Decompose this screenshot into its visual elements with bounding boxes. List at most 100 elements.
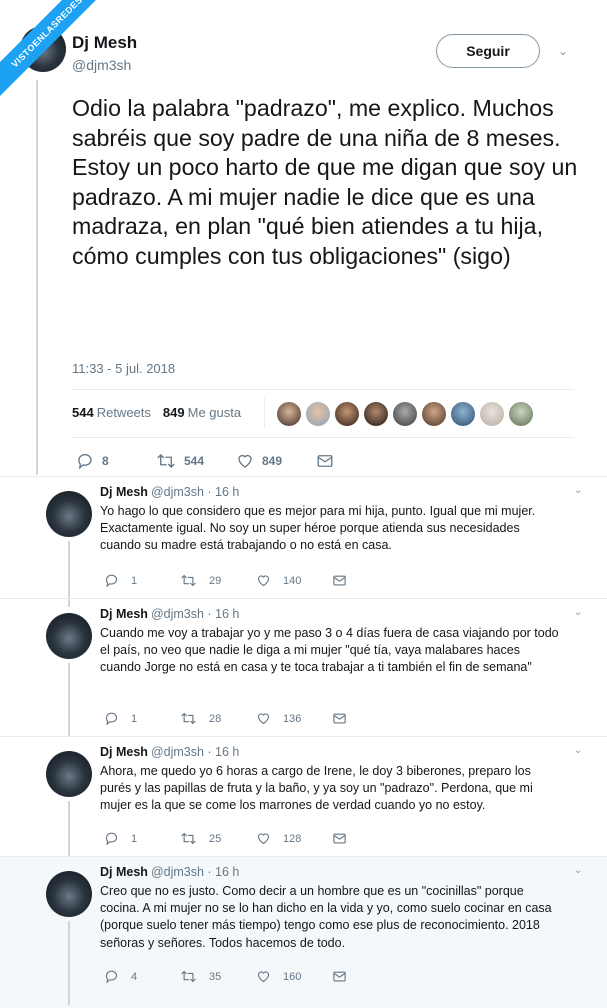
avatar[interactable]: [46, 751, 92, 797]
author-name[interactable]: Dj Mesh: [72, 33, 137, 53]
liker-avatar[interactable]: [306, 402, 330, 426]
likes-stat[interactable]: 849 Me gusta: [163, 405, 241, 420]
tweet-timestamp[interactable]: 11:33 - 5 jul. 2018: [72, 361, 175, 376]
liker-avatar[interactable]: [451, 402, 475, 426]
reply-actions: 1 28 136: [104, 711, 408, 726]
avatar[interactable]: [46, 613, 92, 659]
message-button[interactable]: [332, 831, 408, 846]
liker-avatar[interactable]: [422, 402, 446, 426]
reply-tweet[interactable]: Dj Mesh @djm3sh · 16 h ⌄ Creo que no es j…: [0, 856, 607, 1008]
retweet-count: 25: [209, 832, 222, 845]
chevron-down-icon[interactable]: ⌄: [574, 485, 582, 496]
reply-count: 1: [131, 574, 138, 587]
liker-avatar[interactable]: [277, 402, 301, 426]
chevron-down-icon[interactable]: ⌄: [574, 745, 582, 756]
retweet-count: 544: [184, 454, 205, 468]
liker-avatar[interactable]: [393, 402, 417, 426]
follow-button[interactable]: Seguir: [436, 34, 540, 68]
reply-button[interactable]: 1: [104, 573, 180, 588]
author-handle[interactable]: @djm3sh: [72, 57, 131, 73]
reply-header: Dj Mesh @djm3sh · 16 h: [100, 485, 239, 499]
reply-icon: [104, 831, 119, 846]
avatar[interactable]: [46, 491, 92, 537]
heart-icon: [236, 452, 254, 470]
retweet-button[interactable]: 25: [180, 831, 256, 846]
reply-actions: 1 25 128: [104, 831, 408, 846]
reply-button[interactable]: 8: [76, 452, 156, 470]
reply-count: 1: [131, 832, 138, 845]
retweet-button[interactable]: 35: [180, 969, 256, 984]
envelope-icon: [332, 969, 347, 984]
message-button[interactable]: [316, 452, 396, 470]
retweet-button[interactable]: 544: [156, 452, 236, 470]
reply-button[interactable]: 4: [104, 969, 180, 984]
tweet-text: Odio la palabra "padrazo", me explico. M…: [72, 95, 578, 269]
author-name[interactable]: Dj Mesh: [100, 865, 148, 879]
like-count: 136: [283, 712, 302, 725]
liker-avatar[interactable]: [509, 402, 533, 426]
author-name[interactable]: Dj Mesh: [100, 745, 148, 759]
reply-icon: [104, 573, 119, 588]
tweet-stats: 544 Retweets 849 Me gusta: [72, 405, 241, 420]
chevron-down-icon[interactable]: ⌄: [574, 607, 582, 618]
retweet-count: 28: [209, 712, 222, 725]
stats-separator: [264, 398, 265, 428]
reply-icon: [104, 969, 119, 984]
message-button[interactable]: [332, 969, 408, 984]
retweet-count: 29: [209, 574, 222, 587]
reply-tweet[interactable]: Dj Mesh @djm3sh · 16 h ⌄ Ahora, me quedo …: [0, 736, 607, 857]
reply-actions: 1 29 140: [104, 573, 408, 588]
reply-button[interactable]: 1: [104, 831, 180, 846]
reply-tweet[interactable]: Dj Mesh @djm3sh · 16 h ⌄ Cuando me voy a …: [0, 598, 607, 737]
reply-count: 8: [102, 454, 109, 468]
reply-text: Ahora, me quedo yo 6 horas a cargo de Ir…: [100, 764, 533, 813]
heart-icon: [256, 711, 271, 726]
envelope-icon: [332, 831, 347, 846]
reply-text: Yo hago lo que considero que es mejor pa…: [100, 504, 536, 553]
like-count: 128: [283, 832, 302, 845]
like-button[interactable]: 128: [256, 831, 332, 846]
reply-header: Dj Mesh @djm3sh · 16 h: [100, 745, 239, 759]
retweet-button[interactable]: 29: [180, 573, 256, 588]
chevron-down-icon[interactable]: ⌄: [558, 44, 568, 58]
like-button[interactable]: 140: [256, 573, 332, 588]
message-button[interactable]: [332, 573, 408, 588]
divider: [72, 389, 574, 390]
author-handle[interactable]: @djm3sh · 16 h: [151, 865, 239, 879]
retweet-button[interactable]: 28: [180, 711, 256, 726]
heart-icon: [256, 969, 271, 984]
retweet-icon: [180, 969, 197, 984]
heart-icon: [256, 831, 271, 846]
liker-avatar[interactable]: [364, 402, 388, 426]
like-button[interactable]: 160: [256, 969, 332, 984]
like-count: 160: [283, 970, 302, 983]
author-handle[interactable]: @djm3sh · 16 h: [151, 745, 239, 759]
reply-tweet[interactable]: Dj Mesh @djm3sh · 16 h ⌄ Yo hago lo que c…: [0, 476, 607, 607]
reply-actions: 4 35 160: [104, 969, 408, 984]
likers-avatars: [277, 402, 533, 426]
retweets-stat[interactable]: 544 Retweets: [72, 405, 151, 420]
liker-avatar[interactable]: [335, 402, 359, 426]
like-count: 140: [283, 574, 302, 587]
envelope-icon: [332, 711, 347, 726]
author-name[interactable]: Dj Mesh: [100, 607, 148, 621]
retweet-icon: [180, 573, 197, 588]
heart-icon: [256, 573, 271, 588]
reply-header: Dj Mesh @djm3sh · 16 h: [100, 865, 239, 879]
like-button[interactable]: 849: [236, 452, 316, 470]
reply-text: Creo que no es justo. Como decir a un ho…: [100, 884, 552, 950]
liker-avatar[interactable]: [480, 402, 504, 426]
author-handle[interactable]: @djm3sh · 16 h: [151, 485, 239, 499]
envelope-icon: [316, 452, 334, 470]
author-name[interactable]: Dj Mesh: [100, 485, 148, 499]
thread-line: [68, 663, 70, 737]
message-button[interactable]: [332, 711, 408, 726]
retweet-icon: [156, 452, 176, 470]
chevron-down-icon[interactable]: ⌄: [574, 865, 582, 876]
reply-button[interactable]: 1: [104, 711, 180, 726]
thread-line: [68, 801, 70, 857]
like-button[interactable]: 136: [256, 711, 332, 726]
main-tweet: Dj Mesh @djm3sh Seguir ⌄ Odio la palabra…: [0, 0, 607, 475]
author-handle[interactable]: @djm3sh · 16 h: [151, 607, 239, 621]
avatar[interactable]: [46, 871, 92, 917]
